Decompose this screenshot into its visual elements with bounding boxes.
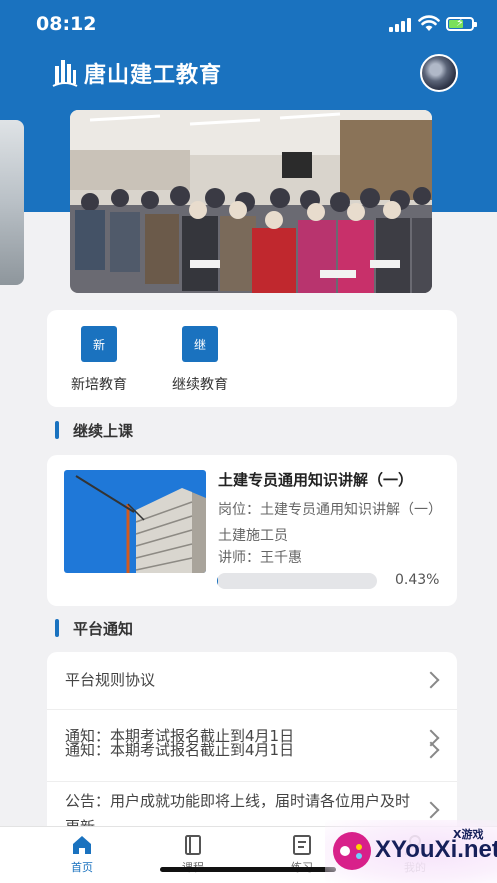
section-accent-bar xyxy=(55,421,59,439)
course-teacher: 讲师：王千惠 xyxy=(218,550,302,566)
notice-item-exam[interactable]: 通知：本期考试报名截止到4月1日 通知：本期考试报名截止到4月1日 xyxy=(47,710,457,782)
classroom-photo xyxy=(70,110,432,293)
continuing-education-icon: 继 xyxy=(182,326,218,362)
building-logo-icon xyxy=(52,60,78,87)
construction-photo xyxy=(64,470,206,573)
banner-previous-slide[interactable] xyxy=(0,120,24,285)
continuing-education-entry[interactable]: 继 继续教育 xyxy=(172,326,228,394)
notice-section-title: 平台通知 xyxy=(73,619,134,638)
user-avatar[interactable] xyxy=(420,54,458,92)
course-card[interactable]: 土建专员通用知识讲解（一） 岗位：土建专员通用知识讲解（一） 土建施工员 讲师：… xyxy=(47,455,457,606)
chevron-right-icon xyxy=(422,671,440,689)
home-icon xyxy=(73,836,91,854)
book-icon xyxy=(185,835,201,855)
home-indicator xyxy=(160,867,336,872)
continuing-education-label: 继续教育 xyxy=(172,377,228,393)
notice-text: 平台规则协议 xyxy=(65,671,156,689)
status-bar: 08:12 ⚡ xyxy=(0,0,497,48)
notice-item-rules[interactable]: 平台规则协议 xyxy=(47,652,457,710)
watermark: X游戏 XYouXi.net xyxy=(325,820,497,883)
brand-logo: 唐山建工教育 xyxy=(52,56,222,90)
chevron-right-icon xyxy=(422,741,440,759)
continue-section-title: 继续上课 xyxy=(73,421,134,440)
course-post: 岗位：土建专员通用知识讲解（一） 土建施工员 xyxy=(218,502,442,544)
notice-list: 平台规则协议 通知：本期考试报名截止到4月1日 通知：本期考试报名截止到4月1日… xyxy=(47,652,457,842)
tab-home-label: 首页 xyxy=(71,861,93,874)
new-training-icon: 新 xyxy=(81,326,117,362)
continue-section-header: 继续上课 xyxy=(55,420,133,440)
course-progress-text: 0.43% xyxy=(395,572,440,588)
signal-icon xyxy=(389,18,411,32)
status-time: 08:12 xyxy=(36,13,97,35)
notice-section-header: 平台通知 xyxy=(55,618,133,638)
tab-home[interactable]: 首页 xyxy=(52,834,112,875)
chevron-right-icon xyxy=(422,801,440,819)
course-thumbnail xyxy=(64,470,206,573)
quick-entry-card: 新 新培教育 继 继续教育 xyxy=(47,310,457,407)
notice-text-duplicate: 通知：本期考试报名截止到4月1日 xyxy=(65,741,295,759)
wifi-icon xyxy=(418,15,440,31)
gamepad-logo-icon xyxy=(333,832,371,870)
course-progress-fill xyxy=(217,573,218,589)
section-accent-bar xyxy=(55,619,59,637)
course-progress-bar xyxy=(217,573,377,589)
watermark-text: XYouXi.net xyxy=(375,836,497,863)
new-training-entry[interactable]: 新 新培教育 xyxy=(71,326,127,394)
brand-name: 唐山建工教育 xyxy=(84,62,223,88)
course-title: 土建专员通用知识讲解（一） xyxy=(218,471,414,489)
battery-icon: ⚡ xyxy=(446,16,477,31)
exercise-icon xyxy=(293,835,311,855)
new-training-label: 新培教育 xyxy=(71,377,127,393)
banner-image[interactable] xyxy=(70,110,432,293)
